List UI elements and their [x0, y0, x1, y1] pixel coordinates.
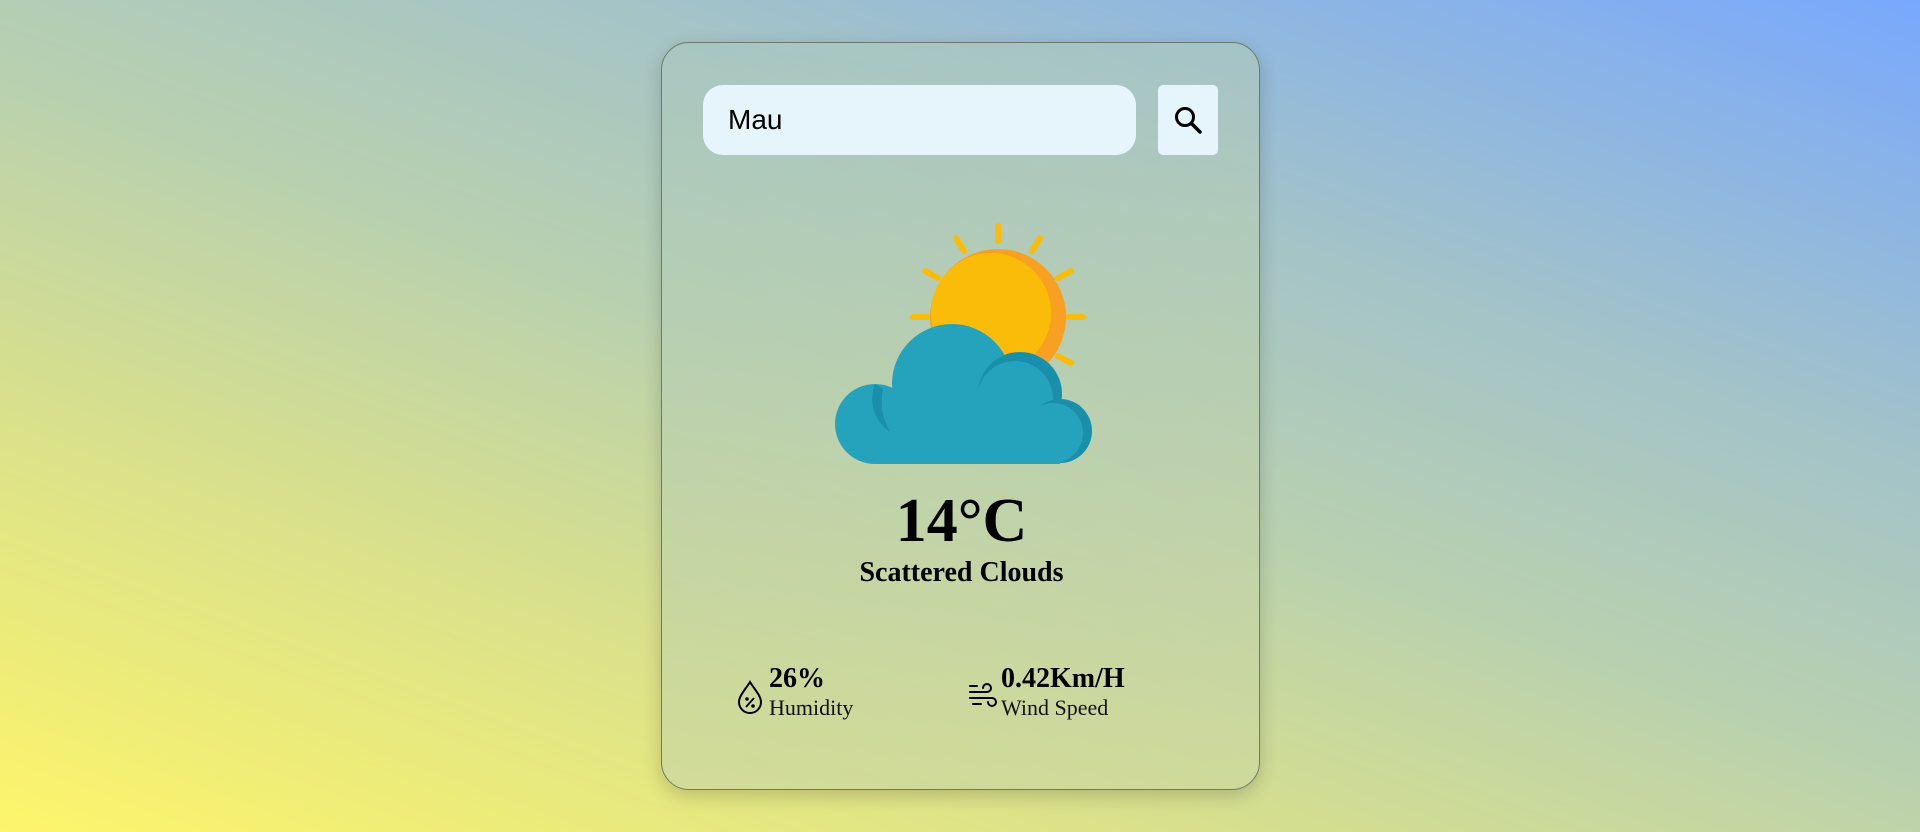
- humidity-label: Humidity: [769, 695, 854, 720]
- temperature: 14°C: [895, 487, 1028, 555]
- weather-condition: Scattered Clouds: [859, 557, 1064, 588]
- weather-card: 14°C Scattered Clouds 26% Humidity 0.42K…: [661, 42, 1260, 790]
- search-input[interactable]: [703, 85, 1136, 155]
- search-icon: [1175, 107, 1202, 134]
- sun-behind-cloud-icon: [835, 223, 1092, 464]
- humidity-value: 26%: [769, 663, 825, 694]
- search-button[interactable]: [1158, 85, 1218, 155]
- wind-icon: [969, 683, 997, 707]
- humidity-stat: 26% Humidity: [735, 663, 853, 721]
- wind-stat: 0.42Km/H Wind Speed: [967, 663, 1125, 721]
- wind-label: Wind Speed: [1001, 695, 1109, 720]
- humidity-drop-icon: [737, 680, 763, 714]
- wind-value: 0.42Km/H: [1001, 663, 1125, 694]
